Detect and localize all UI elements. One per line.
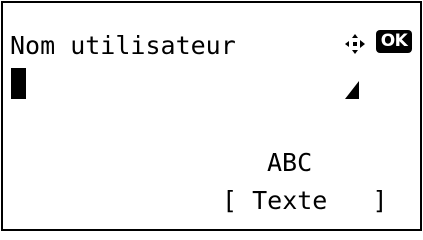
screen-title: Nom utilisateur	[10, 31, 236, 60]
input-end-marker-icon	[345, 81, 359, 99]
four-way-navigation-icon	[345, 34, 365, 54]
lcd-screen: Nom utilisateur OK ABC [ Texte ]	[1, 1, 422, 231]
ok-key-icon[interactable]: OK	[376, 30, 412, 53]
input-mode: ABC	[267, 148, 313, 177]
softkey-text[interactable]: [ Texte ]	[222, 186, 388, 216]
text-cursor	[11, 68, 26, 99]
